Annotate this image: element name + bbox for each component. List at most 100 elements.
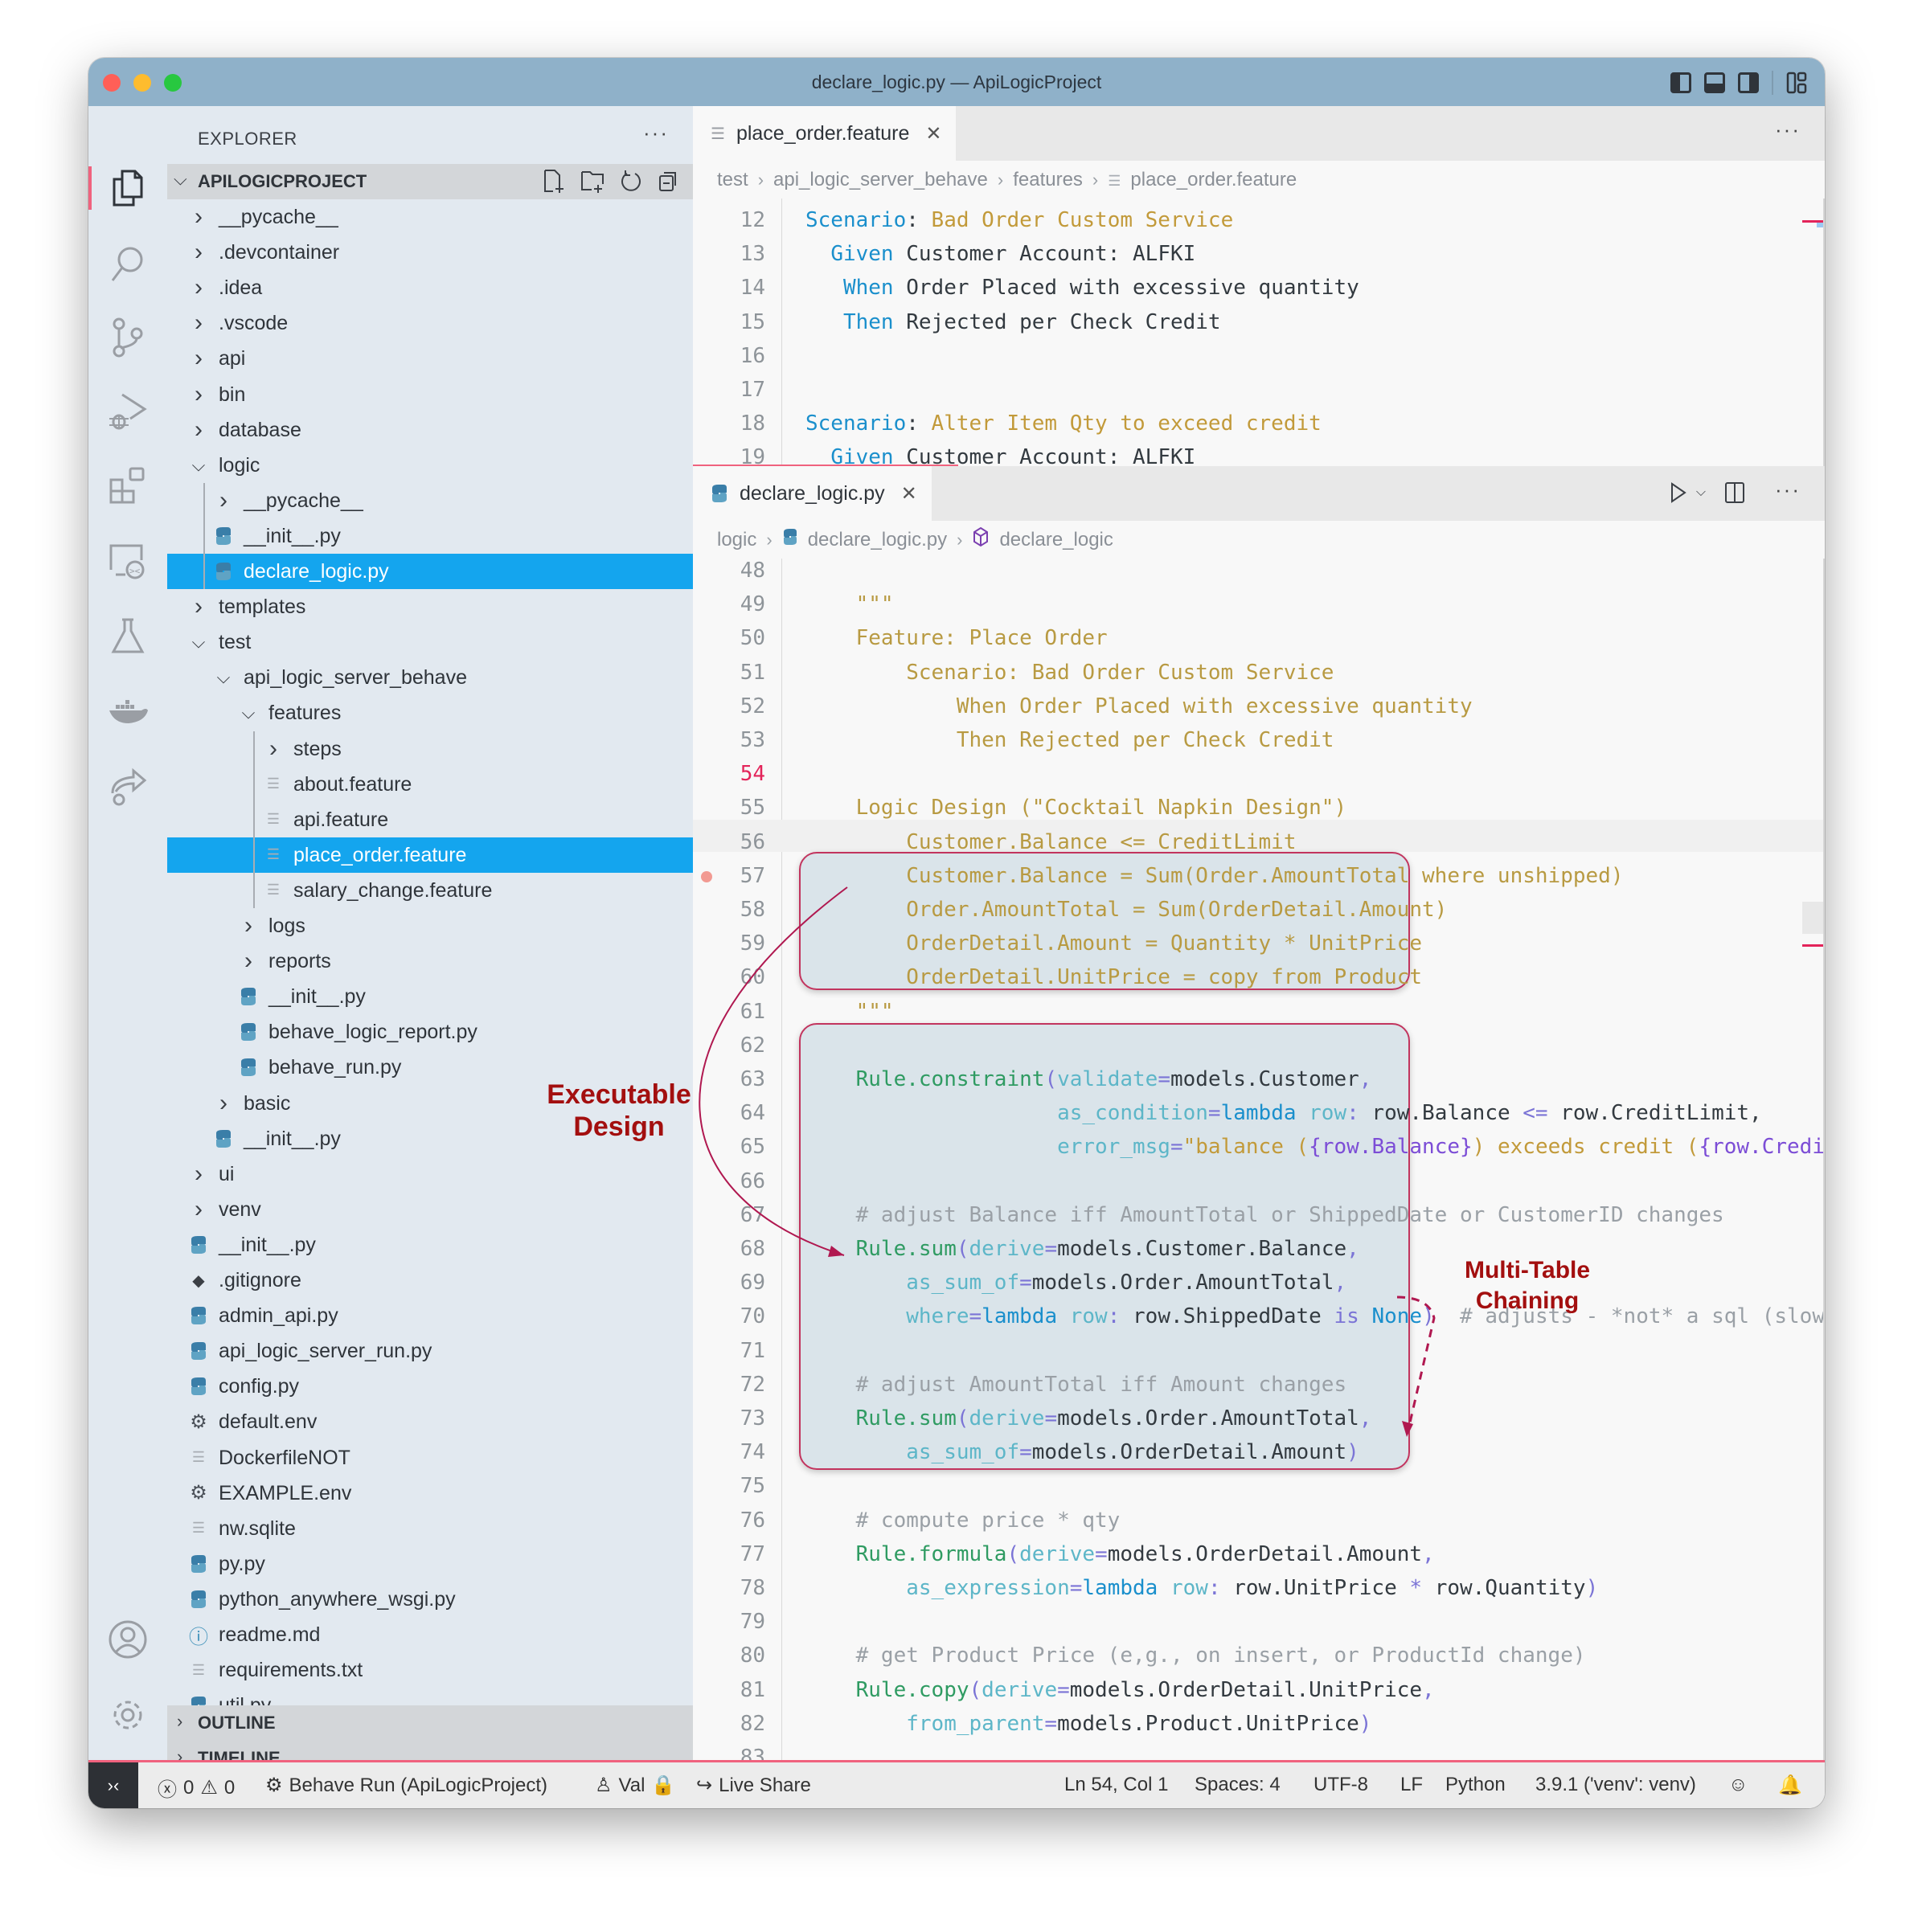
cursor-position-status[interactable]: Ln 54, Col 1 xyxy=(1064,1774,1168,1796)
breadcrumb-item[interactable]: place_order.feature xyxy=(1130,169,1297,191)
chevron-right-icon[interactable]: › xyxy=(188,309,209,336)
tree-item[interactable]: ⓘ readme.md xyxy=(167,1617,693,1652)
tree-item[interactable]: ☰ salary_change.feature xyxy=(167,873,693,908)
tree-item[interactable]: › reports xyxy=(167,943,693,979)
outline-section[interactable]: › OUTLINE xyxy=(167,1705,693,1741)
tree-item[interactable]: ⌵ test xyxy=(167,624,693,660)
tree-item[interactable]: py.py xyxy=(167,1546,693,1582)
tree-item[interactable]: › __pycache__ xyxy=(167,199,693,235)
code-top[interactable]: 12 Scenario: Bad Order Custom Service 13 G… xyxy=(693,199,1825,466)
chevron-down-icon[interactable]: ⌵ xyxy=(213,666,234,689)
tree-item[interactable]: ⌵ api_logic_server_behave xyxy=(167,660,693,695)
tree-item[interactable]: __init__.py xyxy=(167,1227,693,1263)
activity-run-debug[interactable] xyxy=(88,379,167,444)
indentation-status[interactable]: Spaces: 4 xyxy=(1195,1774,1281,1796)
close-tab-icon[interactable]: ✕ xyxy=(925,122,941,145)
tree-item[interactable]: ☰ about.feature xyxy=(167,767,693,802)
language-status[interactable]: Python xyxy=(1445,1774,1506,1796)
live-share-status[interactable]: ↪ Live Share xyxy=(696,1774,811,1797)
chevron-right-icon[interactable]: › xyxy=(213,487,234,514)
refresh-icon[interactable] xyxy=(619,169,643,194)
tab-place-order-feature[interactable]: ☰ place_order.feature ✕ xyxy=(693,106,957,161)
activity-search[interactable] xyxy=(88,231,167,296)
run-config-status[interactable]: ⚙ Behave Run (ApiLogicProject) xyxy=(265,1774,547,1797)
new-file-icon[interactable] xyxy=(542,169,566,194)
feedback-icon[interactable]: ☺ xyxy=(1728,1774,1748,1796)
tree-item[interactable]: ⌵ features xyxy=(167,695,693,731)
breadcrumb-item[interactable]: declare_logic xyxy=(999,529,1113,551)
project-section-header[interactable]: ⌵ APILOGICPROJECT xyxy=(167,164,693,199)
tree-item[interactable]: › templates xyxy=(167,589,693,624)
chevron-right-icon[interactable]: › xyxy=(188,239,209,265)
tree-item[interactable]: › ui xyxy=(167,1156,693,1192)
tree-item[interactable]: › api xyxy=(167,341,693,376)
chevron-right-icon[interactable]: › xyxy=(188,593,209,620)
tree-item[interactable]: ☰ requirements.txt xyxy=(167,1652,693,1688)
chevron-down-icon[interactable]: ⌵ xyxy=(188,631,209,653)
activity-remote-explorer[interactable]: >< xyxy=(88,529,167,593)
remote-indicator[interactable]: ›‹ xyxy=(88,1762,138,1808)
chevron-right-icon[interactable]: › xyxy=(188,1196,209,1222)
chevron-right-icon[interactable]: › xyxy=(188,1160,209,1187)
account-status[interactable]: ♙ Val 🔒 xyxy=(595,1774,675,1797)
chevron-right-icon[interactable]: › xyxy=(188,203,209,230)
tree-item[interactable]: ☰ place_order.feature xyxy=(167,837,693,873)
tree-item[interactable]: ☰ DockerfileNOT xyxy=(167,1440,693,1476)
chevron-down-icon[interactable]: ⌵ xyxy=(188,454,209,477)
chevron-right-icon[interactable]: › xyxy=(188,274,209,301)
customize-layout-icon[interactable] xyxy=(1786,72,1807,94)
tree-item[interactable]: ☰ api.feature xyxy=(167,802,693,837)
breadcrumb-item[interactable]: logic xyxy=(717,529,756,551)
collapse-all-icon[interactable] xyxy=(658,169,682,194)
interpreter-status[interactable]: 3.9.1 ('venv': venv) xyxy=(1535,1774,1696,1796)
activity-explorer[interactable] xyxy=(88,156,167,220)
problems-status[interactable]: ⓧ 0 ⚠ 0 xyxy=(158,1774,235,1802)
tree-item[interactable]: ◆ .gitignore xyxy=(167,1263,693,1298)
activity-extensions[interactable] xyxy=(88,453,167,518)
chevron-right-icon[interactable]: › xyxy=(188,416,209,443)
activity-testing[interactable] xyxy=(88,604,167,669)
tree-item[interactable]: › .devcontainer xyxy=(167,235,693,270)
tree-item[interactable]: ⌵ logic xyxy=(167,448,693,483)
tree-item[interactable]: › .idea xyxy=(167,270,693,305)
tree-item[interactable]: declare_logic.py xyxy=(167,554,693,589)
activity-manage[interactable] xyxy=(88,1683,167,1747)
activity-accounts[interactable] xyxy=(88,1607,167,1672)
chevron-right-icon[interactable]: › xyxy=(213,1090,234,1116)
editor-more-button[interactable]: ··· xyxy=(1775,117,1801,142)
toggle-panel-icon[interactable] xyxy=(1704,72,1725,93)
activity-docker[interactable] xyxy=(88,678,167,743)
toggle-primary-sidebar-icon[interactable] xyxy=(1670,72,1691,93)
chevron-right-icon[interactable]: › xyxy=(188,381,209,407)
tree-item[interactable]: ☰ nw.sqlite xyxy=(167,1511,693,1546)
vertical-scrollbar[interactable] xyxy=(1823,199,1825,466)
tree-item[interactable]: › .vscode xyxy=(167,305,693,341)
chevron-down-icon[interactable]: ⌵ xyxy=(238,702,259,724)
activity-live-share[interactable] xyxy=(88,754,167,818)
tree-item[interactable]: __init__.py xyxy=(167,518,693,554)
breadcrumb-item[interactable]: declare_logic.py xyxy=(808,529,947,551)
breadcrumb-item[interactable]: features xyxy=(1013,169,1083,191)
encoding-status[interactable]: UTF-8 xyxy=(1314,1774,1368,1796)
tree-item[interactable]: › database xyxy=(167,412,693,448)
close-tab-icon[interactable]: ✕ xyxy=(901,482,917,506)
tree-item[interactable]: admin_api.py xyxy=(167,1298,693,1333)
explorer-more-button[interactable]: ··· xyxy=(643,121,669,145)
breakpoint-icon[interactable] xyxy=(701,870,712,882)
timeline-section[interactable]: › TIMELINE xyxy=(167,1741,693,1768)
tab-declare-logic-py[interactable]: declare_logic.py ✕ xyxy=(693,466,932,521)
chevron-right-icon[interactable]: › xyxy=(263,735,284,762)
tree-item[interactable]: python_anywhere_wsgi.py xyxy=(167,1582,693,1617)
code-bottom[interactable]: 48 49 """ 50 Feature: Place Order 51 Scenar… xyxy=(693,559,1825,1808)
activity-source-control[interactable] xyxy=(88,305,167,370)
tree-item[interactable]: api_logic_server_run.py xyxy=(167,1333,693,1369)
tree-item[interactable]: › venv xyxy=(167,1192,693,1227)
tree-item[interactable]: ⚙ default.env xyxy=(167,1404,693,1439)
tree-item[interactable]: config.py xyxy=(167,1369,693,1404)
run-dropdown-chevron-icon[interactable]: ⌵ xyxy=(1696,485,1706,500)
tree-item[interactable]: behave_logic_report.py xyxy=(167,1014,693,1050)
scrollbar-thumb[interactable] xyxy=(1802,902,1825,934)
breadcrumb-item[interactable]: api_logic_server_behave xyxy=(773,169,988,191)
run-python-icon[interactable] xyxy=(1669,481,1688,505)
eol-status[interactable]: LF xyxy=(1400,1774,1423,1796)
